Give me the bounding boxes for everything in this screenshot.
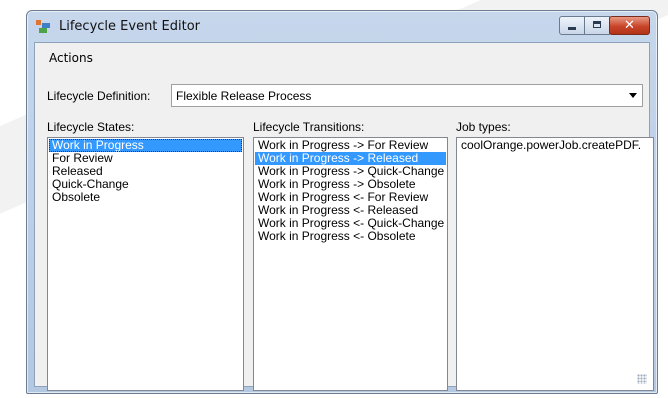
minimize-icon bbox=[568, 27, 576, 30]
editor-window: Lifecycle Event Editor ✕ Actions Lifecyc… bbox=[26, 10, 658, 394]
client-area: Actions Lifecycle Definition: Flexible R… bbox=[34, 42, 654, 391]
lifecycle-definition-label: Lifecycle Definition: bbox=[47, 89, 151, 103]
lifecycle-transitions-label: Lifecycle Transitions: bbox=[253, 120, 365, 134]
maximize-icon bbox=[593, 21, 601, 28]
minimize-button[interactable] bbox=[559, 16, 585, 35]
maximize-button[interactable] bbox=[584, 16, 610, 35]
lifecycle-transition-item[interactable]: Work in Progress <- Obsolete bbox=[255, 230, 446, 243]
title-bar[interactable]: Lifecycle Event Editor ✕ bbox=[27, 11, 657, 41]
close-icon: ✕ bbox=[624, 18, 635, 33]
app-icon bbox=[36, 20, 50, 33]
window-title: Lifecycle Event Editor bbox=[59, 19, 201, 34]
lifecycle-definition-dropdown[interactable]: Flexible Release Process bbox=[171, 84, 643, 107]
lifecycle-transitions-list[interactable]: Work in Progress -> For Review Work in Pr… bbox=[253, 137, 448, 391]
resize-grip[interactable] bbox=[637, 374, 647, 384]
menu-actions[interactable]: Actions bbox=[43, 50, 99, 66]
lifecycle-definition-value: Flexible Release Process bbox=[176, 89, 312, 103]
lifecycle-state-item[interactable]: Obsolete bbox=[49, 191, 242, 204]
lifecycle-states-label: Lifecycle States: bbox=[47, 120, 135, 134]
close-button[interactable]: ✕ bbox=[609, 16, 650, 35]
job-type-item[interactable]: coolOrange.powerJob.createPDF. bbox=[458, 139, 652, 152]
job-types-label: Job types: bbox=[456, 120, 511, 134]
job-types-list[interactable]: coolOrange.powerJob.createPDF. bbox=[456, 137, 654, 391]
lifecycle-states-list[interactable]: Work in Progress For Review Released Quick-… bbox=[47, 137, 244, 391]
chevron-down-icon[interactable] bbox=[629, 93, 637, 98]
